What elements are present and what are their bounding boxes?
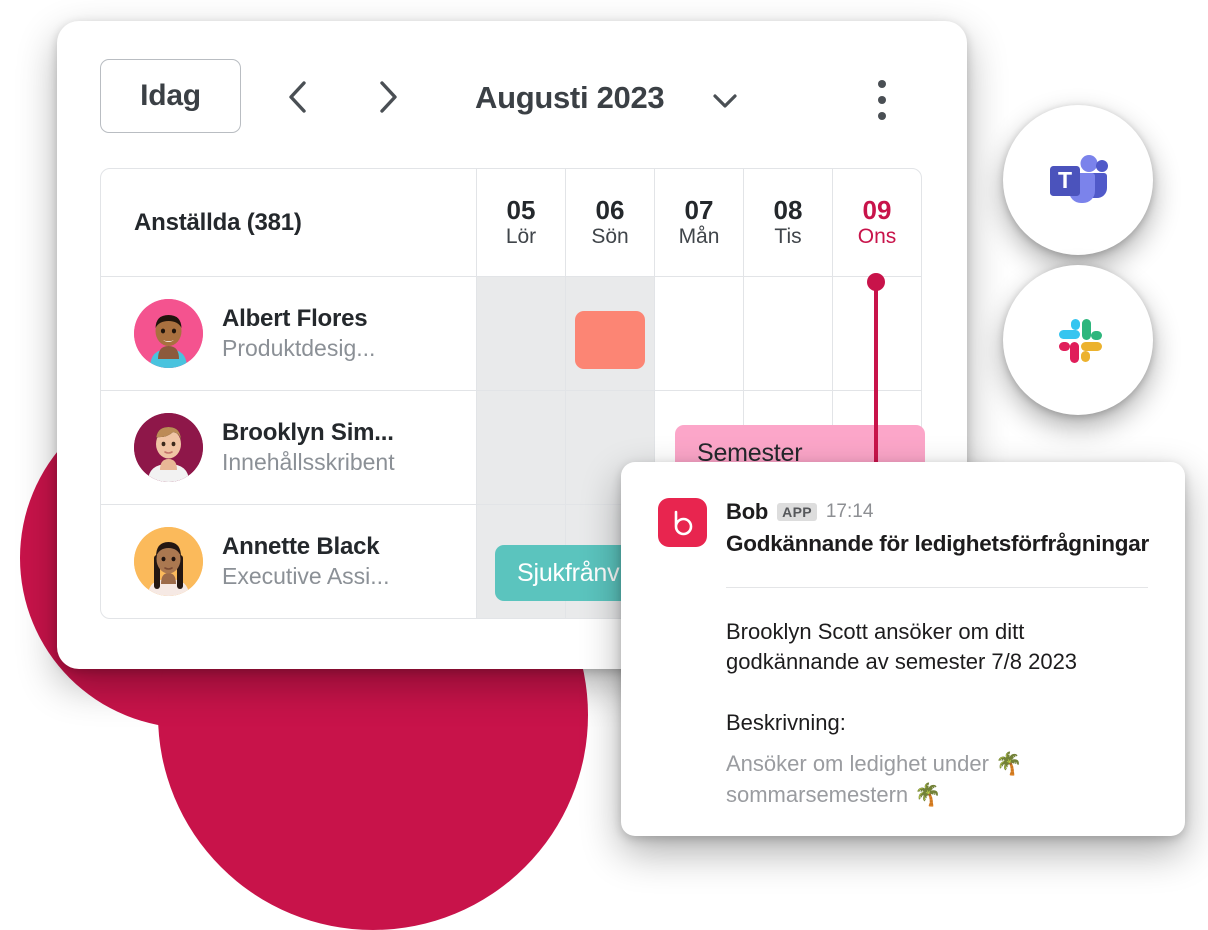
notification-title: Godkännande för ledighetsförfrågningar xyxy=(726,531,1150,556)
kebab-dot xyxy=(878,80,886,88)
previous-period-button[interactable] xyxy=(279,79,315,115)
slack-icon xyxy=(1043,303,1113,378)
day-cell-07[interactable] xyxy=(654,277,743,390)
event-chip-label: Sjukfrånv xyxy=(517,558,620,587)
day-number: 06 xyxy=(595,194,625,225)
notification-meta: Bob APP 17:14 Godkännande för ledighetsf… xyxy=(726,498,1149,558)
avatar xyxy=(134,413,203,482)
calendar-header-row: Anställda (381) 05 Lör 06 Sön 07 Mån 08 … xyxy=(101,169,921,277)
day-name: Tis xyxy=(774,225,802,249)
bob-logo-icon xyxy=(658,498,707,547)
day-header-06[interactable]: 06 Sön xyxy=(565,169,654,276)
employee-name: Annette Black xyxy=(222,533,380,561)
day-name: Ons xyxy=(857,225,897,249)
event-chip-absence[interactable] xyxy=(575,311,645,369)
employee-cell[interactable]: Brooklyn Sim... Innehållsskribent xyxy=(101,391,476,504)
day-number: 07 xyxy=(684,194,714,225)
employee-info: Annette Black Executive Assi... xyxy=(222,533,389,589)
chevron-left-icon xyxy=(286,80,308,114)
day-header-08[interactable]: 08 Tis xyxy=(743,169,832,276)
employee-role: Executive Assi... xyxy=(222,563,390,590)
avatar xyxy=(134,299,203,368)
employee-cell[interactable]: Annette Black Executive Assi... xyxy=(101,505,476,618)
kebab-dot xyxy=(878,96,886,104)
day-name: Mån xyxy=(678,225,720,249)
app-badge: APP xyxy=(777,502,817,522)
day-cell-05[interactable] xyxy=(476,277,565,390)
employee-name: Albert Flores xyxy=(222,305,368,333)
employee-info: Brooklyn Sim... Innehållsskribent xyxy=(222,419,395,475)
day-number: 08 xyxy=(773,194,803,225)
day-cell-08[interactable] xyxy=(743,277,832,390)
employee-role: Produktdesig... xyxy=(222,335,376,362)
employee-name: Brooklyn Sim... xyxy=(222,419,394,447)
notification-timestamp: 17:14 xyxy=(825,501,874,522)
integration-bubble-microsoft-teams[interactable]: T xyxy=(1003,105,1153,255)
employee-cell[interactable]: Albert Flores Produktdesig... xyxy=(101,277,476,390)
notification-description-label: Beskrivning: xyxy=(726,709,846,735)
notification-sender: Bob xyxy=(726,499,769,524)
today-button-label: Idag xyxy=(140,79,201,112)
calendar-toolbar: Idag Augusti 2023 xyxy=(57,21,967,167)
day-name: Lör xyxy=(505,225,537,249)
kebab-dot xyxy=(878,112,886,120)
overflow-menu-button[interactable] xyxy=(862,77,902,123)
notification-card: Bob APP 17:14 Godkännande för ledighetsf… xyxy=(621,462,1185,836)
day-header-07[interactable]: 07 Mån xyxy=(654,169,743,276)
notification-description: Ansöker om ledighet under 🌴 sommarsemest… xyxy=(726,751,1023,807)
today-button[interactable]: Idag xyxy=(100,59,241,133)
integration-bubble-slack[interactable] xyxy=(1003,265,1153,415)
chevron-down-icon xyxy=(712,93,738,115)
employee-info: Albert Flores Produktdesig... xyxy=(222,305,375,361)
day-header-09-today[interactable]: 09 Ons xyxy=(832,169,921,276)
avatar xyxy=(134,527,203,596)
stage: Idag Augusti 2023 Anställda (381) 05 Lör… xyxy=(0,0,1208,930)
employee-role: Innehållsskribent xyxy=(222,449,395,476)
next-period-button[interactable] xyxy=(370,79,406,115)
chevron-right-icon xyxy=(377,80,399,114)
notification-body: Brooklyn Scott ansöker om ditt godkännan… xyxy=(726,617,1148,810)
table-row[interactable]: Albert Flores Produktdesig... xyxy=(101,277,921,391)
day-number: 05 xyxy=(506,194,536,225)
notification-header: Bob APP 17:14 Godkännande för ledighetsf… xyxy=(658,498,1149,558)
current-month-label: Augusti 2023 xyxy=(475,80,665,115)
day-cell-05[interactable] xyxy=(476,391,565,504)
notification-message: Brooklyn Scott ansöker om ditt godkännan… xyxy=(726,619,1078,675)
day-header-05[interactable]: 05 Lör xyxy=(476,169,565,276)
svg-text:T: T xyxy=(1058,167,1072,193)
day-name: Sön xyxy=(591,225,629,249)
notification-divider xyxy=(726,587,1148,589)
day-number: 09 xyxy=(862,194,892,225)
day-cell-09[interactable] xyxy=(832,277,921,390)
month-picker-button[interactable] xyxy=(708,87,742,121)
notification-sender-row: Bob APP 17:14 xyxy=(726,499,1149,525)
teams-icon: T xyxy=(1042,142,1114,219)
employees-column-header: Anställda (381) xyxy=(134,208,302,236)
